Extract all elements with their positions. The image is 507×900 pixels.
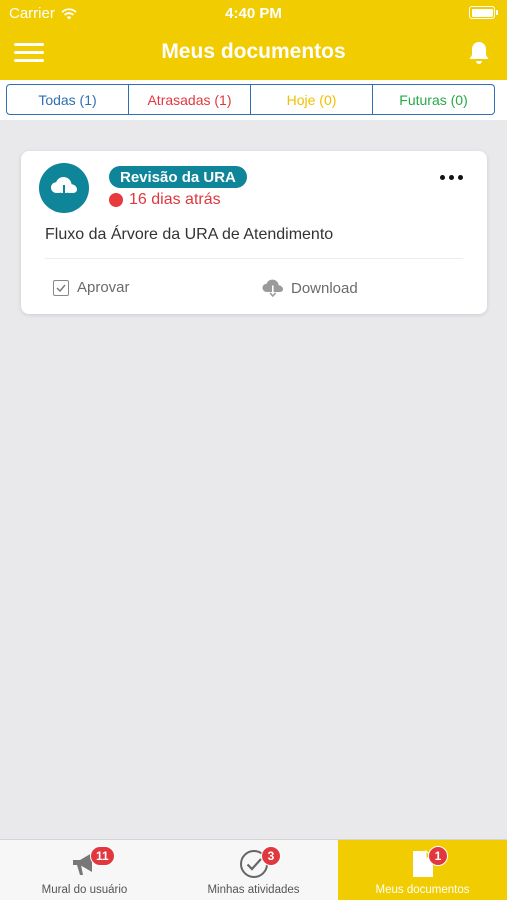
filter-hoje[interactable]: Hoje (0): [251, 85, 373, 114]
filter-futuras[interactable]: Futuras (0): [373, 85, 494, 114]
status-time: 4:40 PM: [225, 5, 282, 22]
approve-label: Aprovar: [77, 279, 130, 296]
status-bar: Carrier 4:40 PM: [0, 0, 507, 28]
red-dot-icon: [109, 193, 123, 207]
tab-label-mural: Mural do usuário: [41, 884, 128, 896]
download-label: Download: [291, 279, 358, 297]
document-name: Fluxo da Árvore da URA de Atendimento: [45, 226, 334, 243]
filter-bar: Todas (1) Atrasadas (1) Hoje (0) Futuras…: [0, 80, 507, 120]
card-divider: [45, 258, 463, 259]
filter-segmented-control: Todas (1) Atrasadas (1) Hoje (0) Futuras…: [6, 84, 495, 115]
more-options-icon[interactable]: [440, 175, 463, 180]
cloud-download-small-icon: [262, 279, 283, 298]
tab-bar: 11 Mural do usuário 3 Minhas atividades …: [0, 839, 507, 900]
overdue-text: 16 dias atrás: [129, 191, 221, 208]
overdue-indicator: 16 dias atrás: [109, 191, 221, 209]
battery-icon: [469, 6, 498, 19]
bell-icon[interactable]: [467, 40, 491, 66]
filter-todas[interactable]: Todas (1): [7, 85, 129, 114]
checkbox-icon: [53, 279, 69, 296]
tab-meus-documentos[interactable]: 1 Meus documentos: [338, 840, 507, 900]
tab-label-documentos: Meus documentos: [375, 884, 470, 896]
page-title: Meus documentos: [161, 40, 346, 63]
document-card[interactable]: Revisão da URA 16 dias atrás Fluxo da Ár…: [21, 151, 487, 314]
cloud-download-icon: [39, 163, 89, 213]
app-header: Carrier 4:40 PM Meus documentos: [0, 0, 507, 80]
tab-label-atividades: Minhas atividades: [207, 884, 300, 896]
tab-badge-documentos: 1: [428, 846, 448, 866]
status-badge: Revisão da URA: [109, 166, 247, 188]
tab-mural-do-usuario[interactable]: 11 Mural do usuário: [0, 840, 169, 900]
tab-badge-mural: 11: [90, 846, 115, 866]
download-button[interactable]: Download: [261, 278, 358, 298]
tab-badge-atividades: 3: [261, 846, 281, 866]
approve-button[interactable]: Aprovar: [53, 279, 130, 296]
filter-atrasadas[interactable]: Atrasadas (1): [129, 85, 251, 114]
tab-minhas-atividades[interactable]: 3 Minhas atividades: [169, 840, 338, 900]
nav-bar: Meus documentos: [0, 28, 507, 80]
